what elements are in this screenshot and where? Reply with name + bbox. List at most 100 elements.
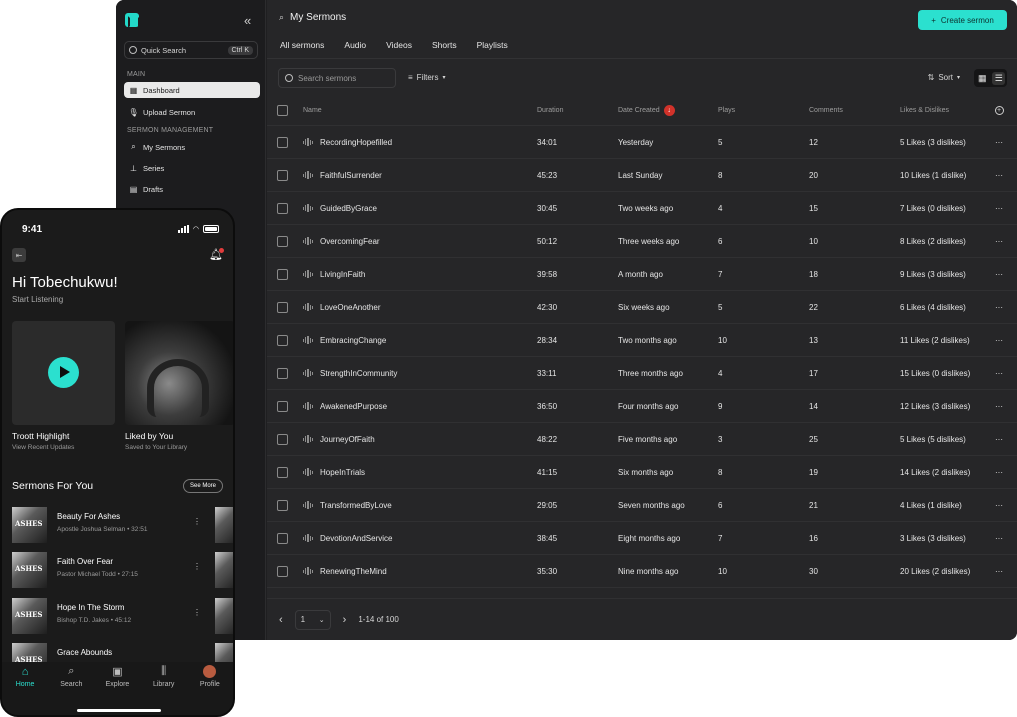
table-row[interactable]: RenewingTheMind 35:30 Nine months ago 10 30 2… xyxy=(267,555,1017,588)
table-row[interactable]: JourneyOfFaith 48:22 Five months ago 3 25 5 L… xyxy=(267,423,1017,456)
sermon-name[interactable]: LivingInFaith xyxy=(320,270,365,279)
search-sermons-box[interactable] xyxy=(278,68,396,88)
table-row[interactable]: FaithfulSurrender 45:23 Last Sunday 8 20 10 L… xyxy=(267,159,1017,192)
back-icon[interactable]: ⇤ xyxy=(12,248,26,262)
table-row[interactable]: LoveOneAnother 42:30 Six weeks ago 5 22 6 Lik… xyxy=(267,291,1017,324)
sidebar-item-my-sermons[interactable]: ⌕ My Sermons xyxy=(124,139,260,155)
more-icon[interactable]: ⋮ xyxy=(193,608,201,617)
highlight-card[interactable] xyxy=(12,321,115,425)
row-more-icon[interactable]: ··· xyxy=(989,468,1009,477)
row-checkbox[interactable] xyxy=(277,499,288,511)
row-checkbox[interactable] xyxy=(277,565,288,577)
row-checkbox[interactable] xyxy=(277,433,288,445)
sidebar-item-upload-sermon[interactable]: 🎙︎ Upload Sermon xyxy=(124,104,260,120)
row-more-icon[interactable]: ··· xyxy=(989,534,1009,543)
add-column-icon[interactable]: + xyxy=(994,106,1004,115)
app-logo[interactable] xyxy=(125,13,140,28)
row-more-icon[interactable]: ··· xyxy=(989,237,1009,246)
quick-search-button[interactable]: Quick Search Ctrl K xyxy=(124,41,258,59)
table-row[interactable]: RecordingHopefilled 34:01 Yesterday 5 12 5 Li… xyxy=(267,126,1017,159)
row-checkbox[interactable] xyxy=(277,136,288,148)
column-header-duration[interactable]: Duration xyxy=(537,107,618,114)
search-sermons-input[interactable] xyxy=(298,73,388,83)
row-checkbox[interactable] xyxy=(277,301,288,313)
page-select[interactable]: 1 ⌄ xyxy=(294,609,331,630)
table-row[interactable]: GuidedByGrace 30:45 Two weeks ago 4 15 7 Like… xyxy=(267,192,1017,225)
sidebar-item-series[interactable]: ⊥ Series xyxy=(124,160,260,176)
row-checkbox[interactable] xyxy=(277,268,288,280)
column-header-likes[interactable]: Likes & Dislikes xyxy=(900,107,989,114)
next-page-icon[interactable]: › xyxy=(343,614,347,626)
row-checkbox[interactable] xyxy=(277,235,288,247)
tab-videos[interactable]: Videos xyxy=(386,40,412,59)
sort-button[interactable]: ⇅ Sort ▾ xyxy=(928,73,960,82)
row-checkbox[interactable] xyxy=(277,400,288,412)
row-more-icon[interactable]: ··· xyxy=(989,204,1009,213)
tab-shorts[interactable]: Shorts xyxy=(432,40,457,59)
row-more-icon[interactable]: ··· xyxy=(989,336,1009,345)
tab-all-sermons[interactable]: All sermons xyxy=(280,40,325,59)
sermon-name[interactable]: AwakenedPurpose xyxy=(320,402,387,411)
row-checkbox[interactable] xyxy=(277,169,288,181)
row-more-icon[interactable]: ··· xyxy=(989,171,1009,180)
sermon-name[interactable]: StrengthInCommunity xyxy=(320,369,397,378)
row-checkbox[interactable] xyxy=(277,202,288,214)
row-more-icon[interactable]: ··· xyxy=(989,567,1009,576)
row-more-icon[interactable]: ··· xyxy=(989,270,1009,279)
sermon-name[interactable]: RenewingTheMind xyxy=(320,567,387,576)
tab-profile[interactable]: Profile xyxy=(190,665,230,715)
filters-button[interactable]: ≡ Filters ▾ xyxy=(408,73,445,82)
row-checkbox[interactable] xyxy=(277,367,288,379)
table-row[interactable]: OvercomingFear 50:12 Three weeks ago 6 10 8 L… xyxy=(267,225,1017,258)
table-row[interactable]: StrengthInCommunity 33:11 Three months ago… xyxy=(267,357,1017,390)
table-row[interactable]: HopeInTrials 41:15 Six months ago 8 19 14 Lik… xyxy=(267,456,1017,489)
table-row[interactable]: AwakenedPurpose 36:50 Four months ago 9 14 12… xyxy=(267,390,1017,423)
sermon-name[interactable]: TransformedByLove xyxy=(320,501,392,510)
list-item[interactable]: Hope In The Storm Bishop T.D. Jakes • 45… xyxy=(12,598,233,636)
list-item[interactable]: Beauty For Ashes Apostle Joshua Selman •… xyxy=(12,507,233,545)
row-checkbox[interactable] xyxy=(277,466,288,478)
table-row[interactable]: EmbracingChange 28:34 Two months ago 10 13 11… xyxy=(267,324,1017,357)
list-item[interactable]: Faith Over Fear Pastor Michael Todd • 27… xyxy=(12,552,233,590)
prev-page-icon[interactable]: ‹ xyxy=(279,614,283,626)
notification-bell-icon[interactable]: 🔔︎ xyxy=(209,248,224,261)
table-row[interactable]: LivingInFaith 39:58 A month ago 7 18 9 Likes … xyxy=(267,258,1017,291)
grid-view-icon[interactable]: ▦ xyxy=(976,72,989,85)
row-more-icon[interactable]: ··· xyxy=(989,435,1009,444)
row-more-icon[interactable]: ··· xyxy=(989,303,1009,312)
sermon-name[interactable]: LoveOneAnother xyxy=(320,303,381,312)
tab-audio[interactable]: Audio xyxy=(344,40,366,59)
row-checkbox[interactable] xyxy=(277,334,288,346)
sermon-name[interactable]: OvercomingFear xyxy=(320,237,380,246)
sidebar-item-dashboard[interactable]: ▦ Dashboard xyxy=(124,82,260,98)
liked-card-image[interactable] xyxy=(125,321,233,425)
table-row[interactable]: DevotionAndService 38:45 Eight months ago 7… xyxy=(267,522,1017,555)
column-header-date-created[interactable]: Date Created ↓ xyxy=(618,105,718,116)
sermon-name[interactable]: DevotionAndService xyxy=(320,534,392,543)
see-more-button[interactable]: See More xyxy=(183,479,223,493)
sermon-name[interactable]: EmbracingChange xyxy=(320,336,386,345)
column-header-name[interactable]: Name xyxy=(303,107,537,114)
row-more-icon[interactable]: ··· xyxy=(989,369,1009,378)
row-more-icon[interactable]: ··· xyxy=(989,402,1009,411)
select-all-checkbox[interactable] xyxy=(277,105,288,116)
collapse-sidebar-icon[interactable]: « xyxy=(244,13,251,28)
tab-home[interactable]: ⌂ Home xyxy=(5,665,45,715)
more-icon[interactable]: ⋮ xyxy=(193,517,201,526)
sermon-name[interactable]: RecordingHopefilled xyxy=(320,138,392,147)
table-row[interactable]: TransformedByLove 29:05 Seven months ago 6 2… xyxy=(267,489,1017,522)
sermon-name[interactable]: HopeInTrials xyxy=(320,468,365,477)
play-icon[interactable] xyxy=(48,357,79,388)
sermon-name[interactable]: JourneyOfFaith xyxy=(320,435,375,444)
row-more-icon[interactable]: ··· xyxy=(989,138,1009,147)
more-icon[interactable]: ⋮ xyxy=(193,562,201,571)
create-sermon-button[interactable]: + Create sermon xyxy=(918,10,1007,30)
row-checkbox[interactable] xyxy=(277,532,288,544)
column-header-comments[interactable]: Comments xyxy=(809,107,900,114)
tab-playlists[interactable]: Playlists xyxy=(477,40,508,59)
row-more-icon[interactable]: ··· xyxy=(989,501,1009,510)
sermon-name[interactable]: GuidedByGrace xyxy=(320,204,377,213)
sidebar-item-drafts[interactable]: ▤ Drafts xyxy=(124,181,260,197)
column-header-plays[interactable]: Plays xyxy=(718,107,809,114)
list-view-icon[interactable]: ☰ xyxy=(992,71,1006,85)
